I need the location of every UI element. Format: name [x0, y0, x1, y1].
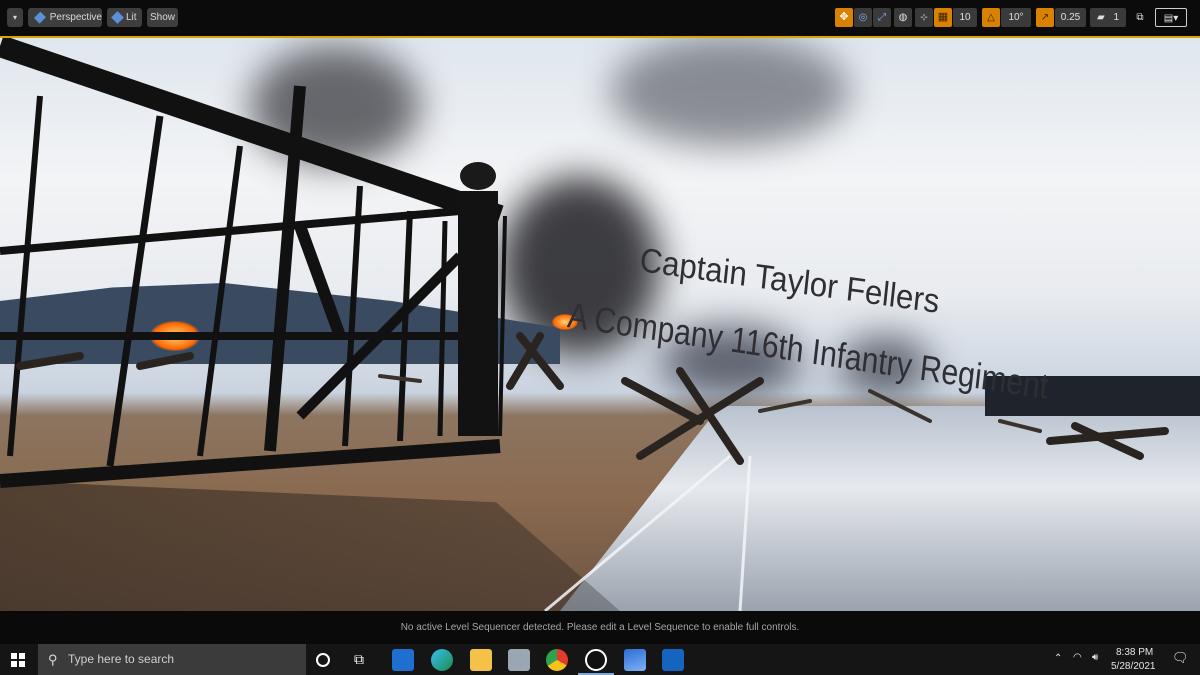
cube-icon [33, 11, 46, 24]
search-icon: ⚲ [48, 652, 58, 667]
clock-time[interactable]: 8:38 PM [1116, 647, 1153, 658]
taskbar-search-box[interactable]: ⚲ Type here to search [38, 644, 306, 675]
rotation-snap-toggle[interactable]: △ [982, 8, 1000, 27]
scale-tool-button[interactable]: ⤢ [873, 8, 891, 27]
viewport-layout-button[interactable]: ▤▾ [1155, 8, 1187, 27]
movies-icon[interactable] [662, 649, 684, 671]
camera-speed-button[interactable]: ▰ 1 [1090, 8, 1126, 27]
globe-icon: ◍ [898, 12, 908, 23]
grid-icon: ▦ [937, 11, 949, 23]
edge-icon[interactable] [431, 649, 453, 671]
lit-label: Lit [126, 12, 137, 23]
lit-sphere-icon [111, 11, 124, 24]
level-viewport[interactable]: Captain Taylor Fellers A Company 116th I… [0, 36, 1200, 611]
mail-icon[interactable] [392, 649, 414, 671]
scale-snap-value[interactable]: 0.25 [1055, 8, 1086, 27]
layout-grid-icon: ▤▾ [1163, 13, 1179, 24]
lighting-mode-button[interactable]: Lit [107, 8, 142, 27]
world-local-toggle[interactable]: ◍ [894, 8, 912, 27]
volume-icon[interactable]: 🔊︎ [1092, 652, 1098, 663]
unreal-engine-icon[interactable] [585, 649, 607, 671]
chevron-down-icon: ▾ [12, 13, 17, 22]
notification-icon[interactable]: 🗨︎ [1172, 650, 1189, 666]
perspective-view-button[interactable]: Perspective [28, 8, 102, 27]
photos-viewer-icon[interactable] [508, 649, 530, 671]
hidden-icons-chevron-icon[interactable]: ⌃ [1054, 653, 1062, 664]
windows-logo-icon [11, 653, 25, 667]
chrome-icon[interactable] [546, 649, 568, 671]
task-view-icon[interactable]: ⧉ [354, 651, 364, 668]
surface-snap-icon: ⊹ [920, 12, 928, 22]
rotate-tool-button[interactable]: ◎ [854, 8, 872, 27]
scale-arrow-icon: ↗ [1040, 12, 1050, 23]
cortana-button[interactable] [316, 653, 330, 667]
sequencer-status-message: No active Level Sequencer detected. Plea… [400, 622, 800, 633]
scale-snap-toggle[interactable]: ↗ [1036, 8, 1054, 27]
search-placeholder: Type here to search [68, 652, 175, 666]
angle-icon: △ [987, 12, 995, 23]
photos-icon[interactable] [624, 649, 646, 671]
sequencer-status-bar: No active Level Sequencer detected. Plea… [0, 611, 1200, 644]
clock-date[interactable]: 5/28/2021 [1111, 661, 1156, 672]
maximize-icon: ⧉ [1136, 12, 1144, 23]
viewport-toolbar: ▾ Perspective Lit Show ✥ ◎ ⤢ ◍ ⊹ ▦ 10 △ … [0, 0, 1200, 36]
move-arrows-icon: ✥ [839, 11, 849, 23]
maximize-viewport-button[interactable]: ⧉ [1131, 8, 1149, 27]
wifi-icon[interactable]: ◠ [1073, 652, 1082, 663]
show-label: Show [149, 12, 175, 23]
file-explorer-icon[interactable] [470, 649, 492, 671]
scale-icon: ⤢ [878, 12, 886, 23]
translate-tool-button[interactable]: ✥ [835, 8, 853, 27]
rotation-snap-value[interactable]: 10° [1001, 8, 1031, 27]
show-flags-button[interactable]: Show [147, 8, 178, 27]
perspective-label: Perspective [49, 12, 102, 23]
camera-speed-label: 1 [1113, 12, 1120, 23]
surface-snap-button[interactable]: ⊹ [915, 8, 933, 27]
start-button[interactable] [0, 644, 36, 675]
grid-snap-toggle[interactable]: ▦ [934, 8, 952, 27]
grid-snap-value[interactable]: 10 [953, 8, 977, 27]
viewport-options-button[interactable]: ▾ [7, 8, 23, 27]
camera-icon: ▰ [1096, 12, 1105, 23]
windows-taskbar: ⚲ Type here to search ⧉ ⌃ ◠ 🔊︎ 8:38 PM 5… [0, 644, 1200, 675]
rotate-icon: ◎ [858, 12, 868, 23]
